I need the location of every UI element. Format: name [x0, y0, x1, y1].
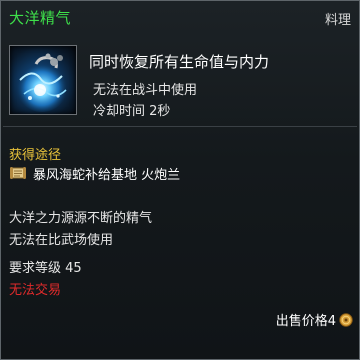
source-header: 获得途径	[9, 148, 62, 163]
arena-restriction: 无法在比武场使用	[9, 233, 114, 248]
item-effect: 同时恢复所有生命值与内力	[89, 53, 270, 71]
blue-energy-orb-icon	[9, 45, 77, 115]
item-category: 料理	[324, 13, 351, 28]
copper-coin-icon	[339, 312, 353, 327]
source-location: 暴风海蛇补给基地 火炮兰	[33, 167, 181, 183]
section-divider	[3, 126, 357, 127]
sell-price: 出售价格4	[275, 314, 336, 329]
source-row: 暴风海蛇补给基地 火炮兰	[9, 164, 181, 183]
required-level: 要求等级 45	[9, 261, 82, 276]
sell-price-row: 出售价格4	[276, 310, 353, 329]
trade-status: 无法交易	[9, 283, 62, 298]
item-tooltip: 大洋精气 料理 同时恢复所有生命值与内力 无法在战斗中使用 冷却时间 2秒 获得…	[0, 0, 360, 360]
scroll-icon	[10, 167, 26, 179]
flavor-text: 大洋之力源源不断的精气	[9, 211, 153, 226]
item-cooldown: 冷却时间 2秒	[93, 104, 171, 119]
item-name: 大洋精气	[9, 9, 72, 27]
item-restriction: 无法在战斗中使用	[93, 83, 198, 98]
